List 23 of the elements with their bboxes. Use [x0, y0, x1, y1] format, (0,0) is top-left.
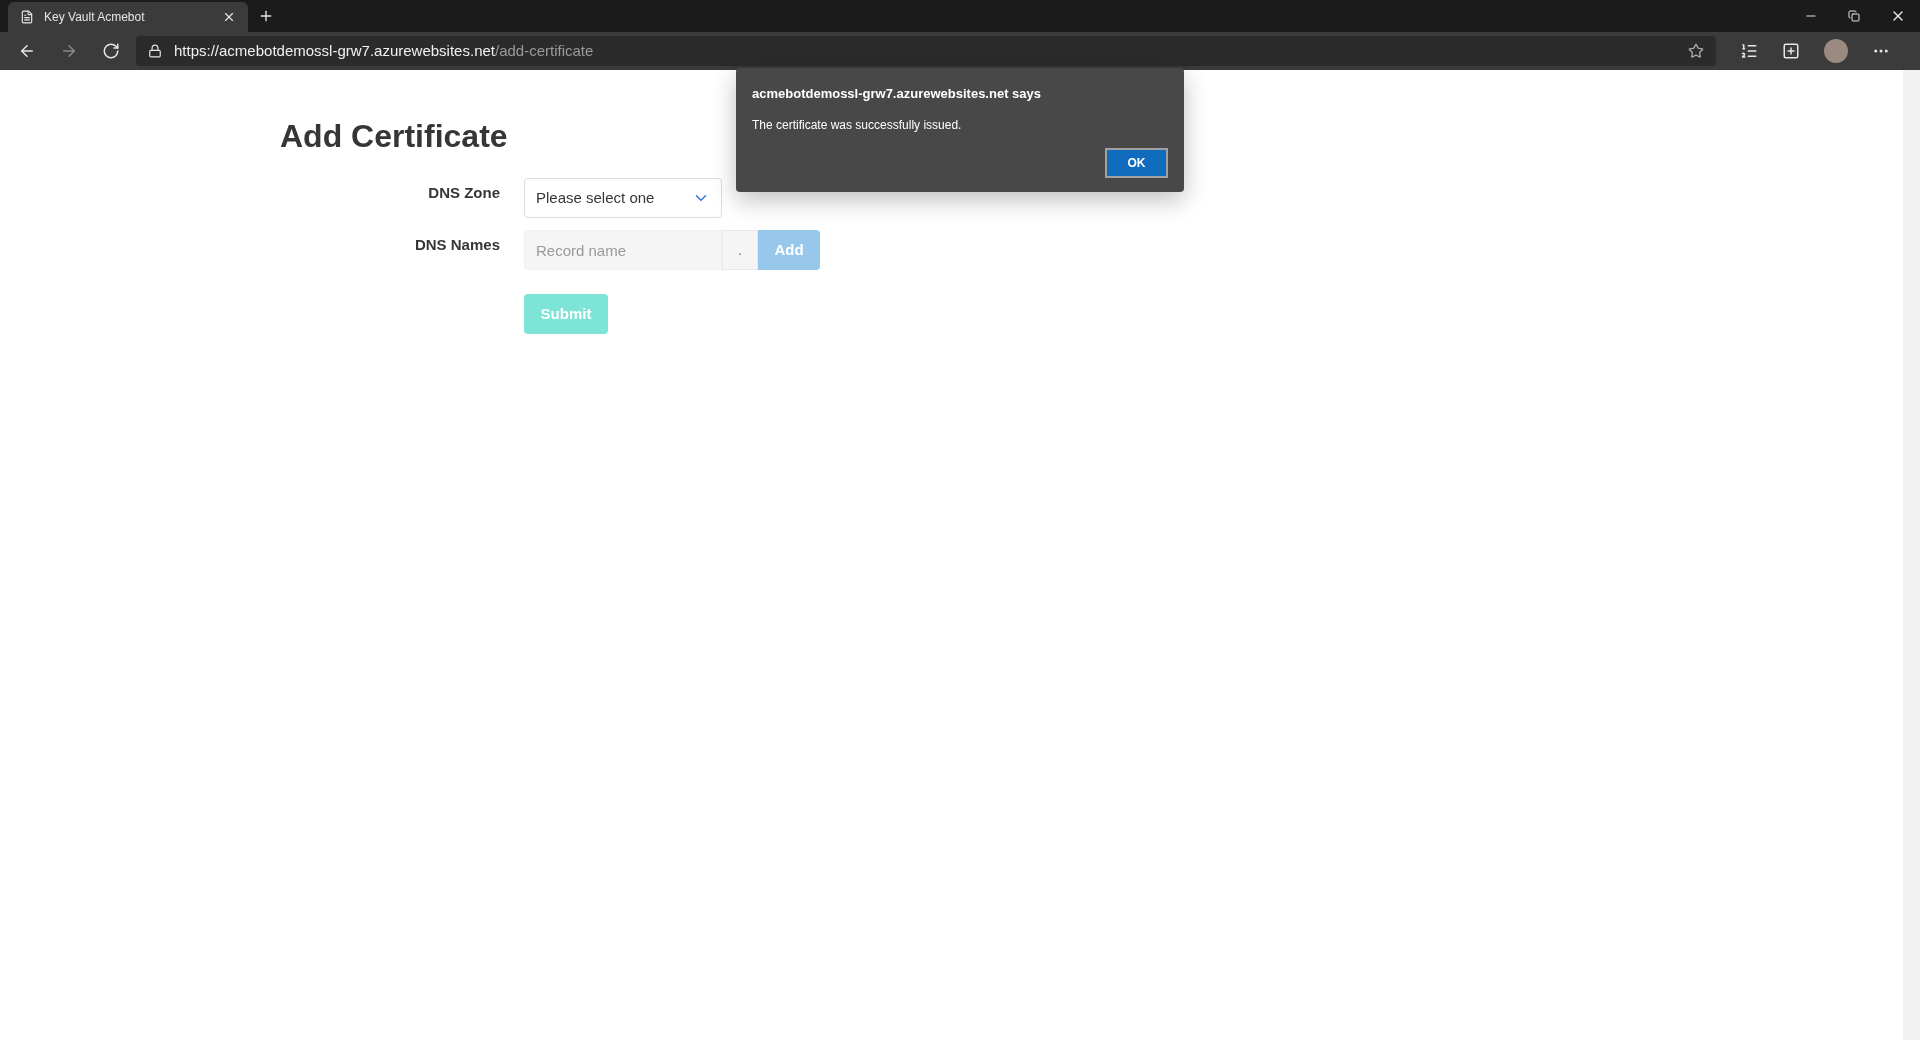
dot-separator: .	[722, 230, 758, 270]
dns-zone-select[interactable]: Please select one	[524, 178, 722, 218]
record-name-input[interactable]: Record name	[524, 230, 722, 270]
browser-tab[interactable]: Key Vault Acmebot	[8, 2, 248, 32]
page-title: Add Certificate	[280, 117, 508, 156]
url-text: https://acmebotdemossl-grw7.azurewebsites.net/add-certificate	[174, 40, 595, 61]
tab-title: Key Vault Acmebot	[44, 9, 146, 26]
reload-icon[interactable]	[102, 42, 120, 60]
dialog-title: acmebotdemossl-grw7.azurewebsites.net says	[752, 85, 1042, 103]
forward-icon[interactable]	[60, 42, 78, 60]
back-icon[interactable]	[18, 42, 36, 60]
new-tab-icon[interactable]	[258, 8, 274, 24]
restore-icon[interactable]	[1848, 10, 1860, 22]
dialog-message: The certificate was successfully issued.	[752, 116, 963, 134]
address-bar[interactable]: https://acmebotdemossl-grw7.azurewebsites.net/add-certificate	[136, 36, 1716, 66]
lock-icon	[148, 44, 162, 58]
close-tab-icon[interactable]	[222, 10, 236, 24]
page-icon	[20, 10, 34, 24]
ok-button[interactable]: OK	[1105, 147, 1168, 178]
field-label: DNS Names	[413, 235, 500, 255]
add-favorite-icon[interactable]	[1688, 43, 1704, 59]
profile-avatar[interactable]	[1824, 39, 1848, 63]
field-label: DNS Zone	[427, 183, 500, 203]
